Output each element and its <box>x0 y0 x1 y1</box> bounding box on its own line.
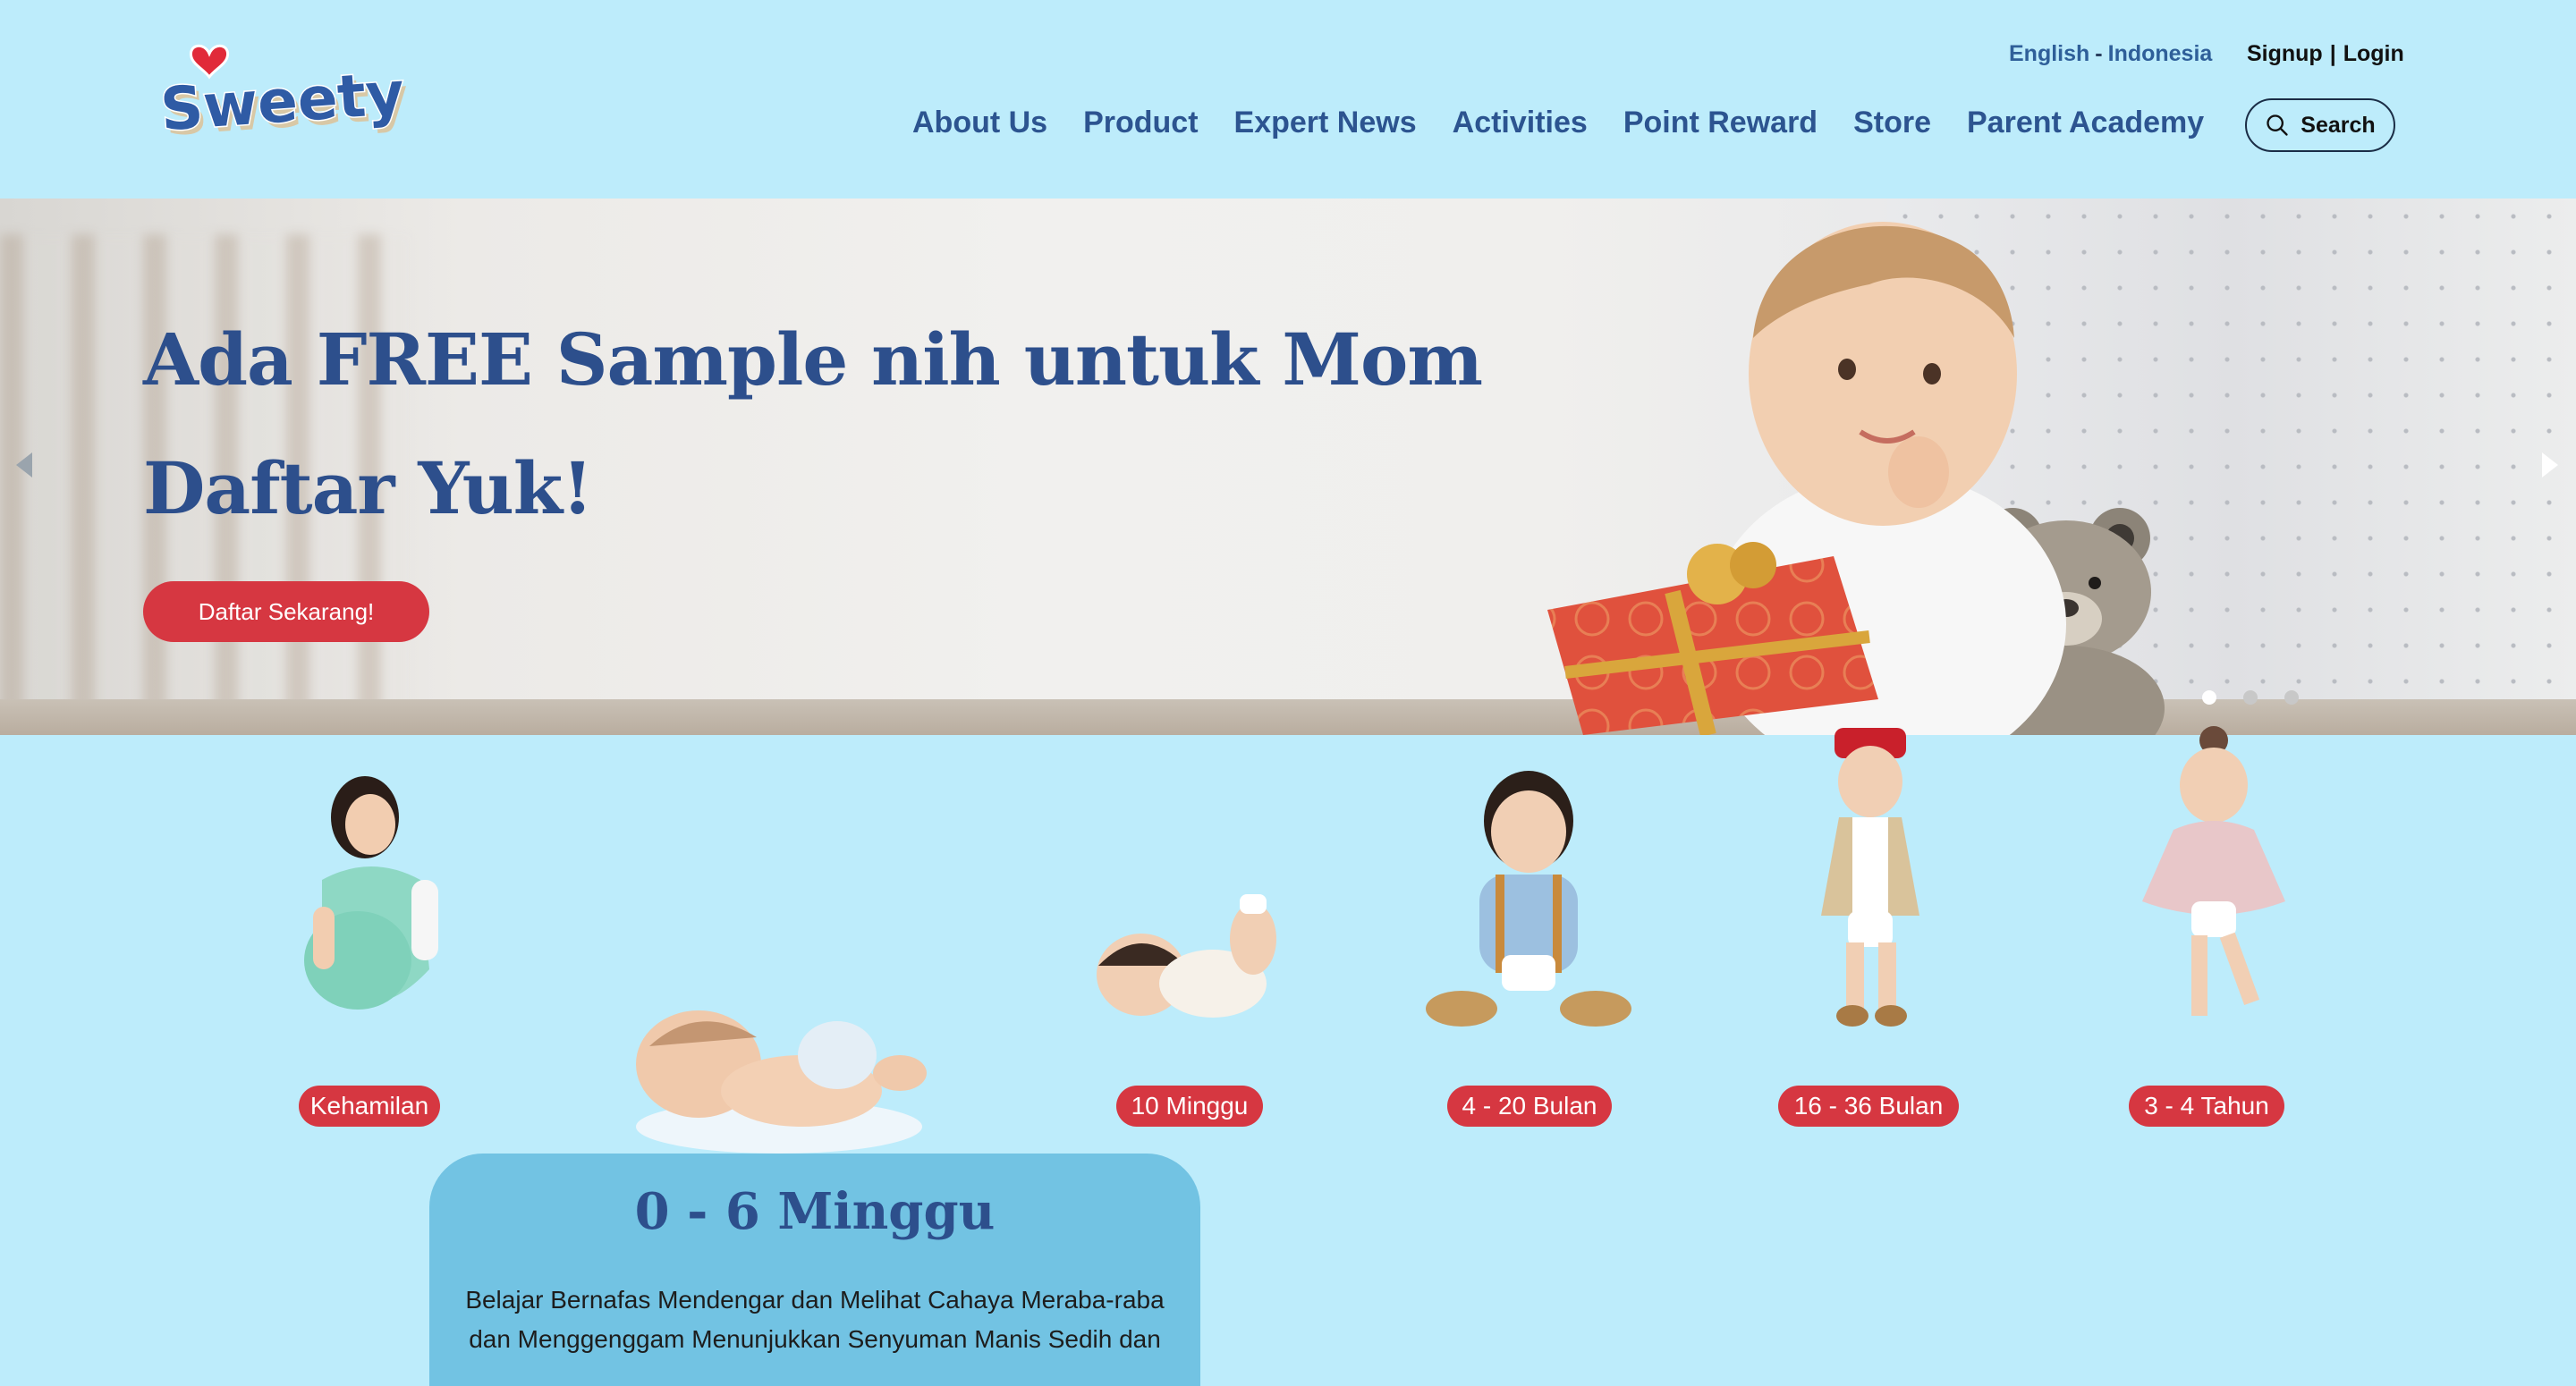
signup-link[interactable]: Signup <box>2247 41 2323 66</box>
nav-store[interactable]: Store <box>1853 106 1931 140</box>
site-header: Sweety Sweety English - Indonesia Signup | L… <box>0 0 2576 199</box>
search-icon <box>2267 114 2288 136</box>
lang-separator: - <box>2095 41 2103 66</box>
hero-title: Ada FREE Sample nih untuk Mom Daftar Yuk… <box>143 295 1483 553</box>
stage-detail-description: Belajar Bernafas Mendengar dan Melihat C… <box>465 1286 1165 1353</box>
hero-title-line-2: Daftar Yuk! <box>143 446 593 530</box>
baby-sitting-icon <box>1426 771 1631 1027</box>
nav-about-us[interactable]: About Us <box>912 106 1047 140</box>
nav-point-reward[interactable]: Point Reward <box>1623 106 1818 140</box>
main-nav: About Us Product Expert News Activities … <box>912 106 2204 140</box>
stage-label-4-20-months[interactable]: 4 - 20 Bulan <box>1447 1086 1612 1127</box>
nav-expert-news[interactable]: Expert News <box>1234 106 1417 140</box>
carousel-dot-1[interactable] <box>2202 690 2216 705</box>
carousel-indicators <box>2202 690 2299 705</box>
pregnant-mother-icon <box>304 776 438 1010</box>
gift-box-image <box>1547 542 1878 735</box>
stage-16-36-months-image[interactable] <box>1803 728 1937 1032</box>
newborn-sleeping-icon <box>636 1010 927 1154</box>
stage-label-16-36-months[interactable]: 16 - 36 Bulan <box>1778 1086 1959 1127</box>
stage-detail-title: 0 - 6 Minggu <box>634 1182 996 1241</box>
search-label: Search <box>2301 112 2376 138</box>
register-now-button[interactable]: Daftar Sekarang! <box>143 581 429 642</box>
stage-10-weeks-image[interactable] <box>1088 885 1290 1028</box>
carousel-prev-icon[interactable] <box>16 452 32 477</box>
stage-label-pregnancy[interactable]: Kehamilan <box>299 1086 440 1127</box>
stage-detail-card: 0 - 6 Minggu Belajar Bernafas Mendengar … <box>429 1154 1200 1386</box>
toddler-boy-icon <box>1821 728 1919 1027</box>
language-switcher: English - Indonesia <box>2009 41 2212 67</box>
stage-label-10-weeks[interactable]: 10 Minggu <box>1116 1086 1263 1127</box>
search-button[interactable]: Search <box>2245 98 2395 152</box>
carousel-dot-3[interactable] <box>2284 690 2299 705</box>
stage-newborn-image[interactable] <box>631 993 927 1154</box>
hero-carousel: Ada FREE Sample nih untuk Mom Daftar Yuk… <box>0 199 2576 735</box>
carousel-dot-2[interactable] <box>2243 690 2258 705</box>
stage-3-4-years-image[interactable] <box>2138 723 2290 1035</box>
baby-lying-icon <box>1097 894 1276 1018</box>
stage-pregnancy-image[interactable] <box>286 773 456 1032</box>
stage-4-20-months-image[interactable] <box>1426 767 1631 1035</box>
sweety-logo-icon: Sweety Sweety <box>157 44 411 149</box>
auth-links: Signup | Login <box>2247 41 2404 67</box>
auth-separator: | <box>2329 41 2336 66</box>
login-link[interactable]: Login <box>2343 41 2404 66</box>
hero-title-line-1: Ada FREE Sample nih untuk Mom <box>143 317 1483 401</box>
nav-parent-academy[interactable]: Parent Academy <box>1967 106 2204 140</box>
stage-label-3-4-years[interactable]: 3 - 4 Tahun <box>2129 1086 2284 1127</box>
nav-product[interactable]: Product <box>1083 106 1198 140</box>
lang-indonesia[interactable]: Indonesia <box>2108 41 2213 66</box>
lang-english[interactable]: English <box>2009 41 2089 66</box>
toddler-girl-icon <box>2142 726 2285 1016</box>
carousel-next-icon[interactable] <box>2542 452 2558 477</box>
sweety-logo[interactable]: Sweety Sweety <box>157 38 411 154</box>
nav-activities[interactable]: Activities <box>1453 106 1588 140</box>
